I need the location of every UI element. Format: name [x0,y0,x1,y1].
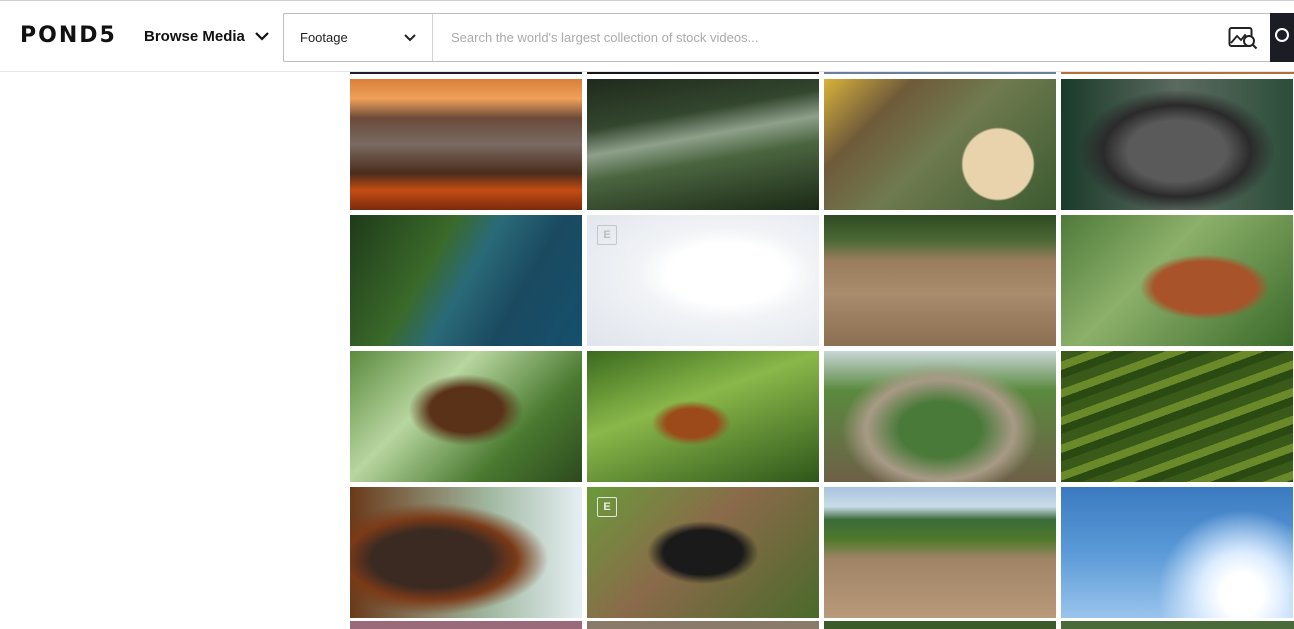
waterfall-360-thumb[interactable] [824,351,1056,482]
media-type-value: Footage [300,30,348,45]
cleared-land-aerial-thumb[interactable] [824,215,1056,346]
editorial-badge: E [597,497,617,517]
browse-media-label: Browse Media [144,27,245,45]
search-bar: Footage [283,13,1283,62]
partial-thumb[interactable] [1061,621,1294,629]
orangutan-hanging-thumb[interactable] [587,351,819,482]
log-loader-thumb[interactable] [824,79,1056,210]
search-input[interactable] [434,14,1214,61]
rice-terraces-thumb[interactable] [1061,351,1293,482]
search-button[interactable] [1270,13,1294,62]
chevron-down-icon [404,34,416,42]
chimpanzee-branch-thumb[interactable]: E [587,487,819,618]
media-type-select[interactable]: Footage [284,14,433,61]
partial-thumb[interactable] [350,621,582,629]
partial-thumb[interactable] [587,621,819,629]
seagulls-sky-thumb[interactable] [1061,487,1293,618]
visual-search-icon[interactable] [1228,26,1258,50]
chevron-down-icon [255,32,269,41]
deforested-field-thumb[interactable] [824,487,1056,618]
browse-media-menu[interactable]: Browse Media [144,27,271,45]
orangutan-swinging-thumb[interactable] [350,351,582,482]
pond5-logo[interactable]: POND5 [20,23,117,48]
search-icon [1275,28,1289,42]
coastal-cliff-aerial-thumb[interactable] [350,215,582,346]
orangutan-tree-thumb[interactable] [1061,215,1293,346]
polar-bear-thumb[interactable]: E [587,215,819,346]
volcano-sunrise-thumb[interactable] [350,79,582,210]
partial-thumb[interactable] [824,621,1056,629]
gorilla-thumb[interactable] [1061,79,1293,210]
top-navigation-bar: POND5 Browse Media Footage [0,0,1294,72]
editorial-badge: E [597,225,617,245]
jungle-palms-thumb[interactable] [587,79,819,210]
orangutan-portrait-thumb[interactable] [350,487,582,618]
